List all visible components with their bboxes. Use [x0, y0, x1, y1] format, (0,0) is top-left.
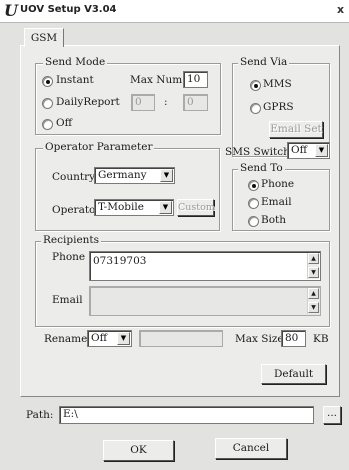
max-size-unit: KB — [313, 333, 329, 345]
sms-switch-value: Off — [291, 144, 308, 156]
sms-switch-select[interactable]: Off ▼ — [287, 142, 330, 159]
send-to-email-label: Email — [261, 196, 292, 208]
send-to-email-radio[interactable] — [248, 198, 259, 209]
ok-button[interactable]: OK — [103, 440, 174, 461]
recipients-label: Recipients — [41, 234, 102, 246]
gprs-label: GPRS — [263, 101, 294, 113]
operator-select[interactable]: T-Mobile ▼ — [94, 199, 174, 216]
rename-text-input[interactable] — [139, 330, 223, 347]
phone-scrollbar[interactable]: ▲ ▼ — [307, 253, 319, 279]
recipient-phone-label: Phone — [52, 251, 86, 263]
scroll-up-icon[interactable]: ▲ — [308, 253, 319, 264]
tab-gsm[interactable]: GSM — [24, 28, 64, 47]
email-scrollbar[interactable]: ▲ ▼ — [307, 288, 319, 314]
window-title: UOV Setup V3.04 — [20, 4, 117, 15]
country-label: Country — [52, 171, 96, 183]
rename-value: Off — [91, 332, 108, 344]
chevron-down-icon[interactable]: ▼ — [160, 169, 173, 182]
instant-label: Instant — [56, 74, 94, 86]
email-set-button[interactable]: Email Set — [269, 121, 323, 138]
chevron-down-icon[interactable]: ▼ — [117, 332, 130, 345]
recipient-phone-input[interactable]: 07319703 — [89, 251, 321, 281]
cancel-button[interactable]: Cancel — [215, 438, 287, 459]
max-num-label: Max Num — [130, 74, 183, 86]
off-radio[interactable] — [42, 119, 53, 130]
daily-report-radio[interactable] — [42, 98, 53, 109]
sms-switch-label: SMS Switch — [225, 146, 290, 158]
send-to-both-label: Both — [261, 214, 287, 226]
country-select[interactable]: Germany ▼ — [94, 167, 175, 184]
chevron-down-icon[interactable]: ▼ — [315, 144, 328, 157]
scroll-down-icon[interactable]: ▼ — [308, 302, 319, 313]
path-label: Path: — [26, 409, 54, 421]
rename-select[interactable]: Off ▼ — [87, 330, 132, 347]
max-size-label: Max Size — [235, 333, 284, 345]
country-value: Germany — [98, 169, 147, 181]
daily-hour-input[interactable]: 0 — [131, 94, 155, 111]
default-button[interactable]: Default — [261, 364, 326, 384]
daily-separator: : — [164, 96, 168, 108]
browse-button[interactable]: ... — [323, 406, 341, 424]
max-num-input[interactable]: 10 — [183, 71, 208, 88]
daily-report-label: DailyReport — [56, 96, 120, 108]
send-to-label: Send To — [238, 162, 285, 174]
recipient-email-label: Email — [52, 294, 83, 306]
operator-value: T-Mobile — [98, 201, 144, 213]
custom-button[interactable]: Custom — [177, 199, 215, 216]
operator-parameter-label: Operator Parameter — [43, 141, 155, 153]
off-label: Off — [56, 117, 73, 129]
daily-minute-input[interactable]: 0 — [183, 94, 208, 111]
max-size-input[interactable]: 80 — [281, 330, 306, 347]
path-input[interactable]: E:\ — [59, 406, 314, 424]
operator-parameter-group — [35, 148, 220, 231]
close-icon[interactable]: x — [337, 3, 344, 16]
scroll-down-icon[interactable]: ▼ — [308, 267, 319, 278]
send-to-phone-label: Phone — [261, 178, 295, 190]
scroll-up-icon[interactable]: ▲ — [308, 288, 319, 299]
mms-radio[interactable] — [250, 80, 261, 91]
mms-label: MMS — [263, 78, 292, 90]
send-to-phone-radio[interactable] — [248, 180, 259, 191]
send-to-both-radio[interactable] — [248, 216, 259, 227]
recipient-phone-value: 07319703 — [93, 255, 147, 267]
send-mode-label: Send Mode — [43, 56, 108, 68]
instant-radio[interactable] — [42, 76, 53, 87]
chevron-down-icon[interactable]: ▼ — [159, 201, 172, 214]
send-via-label: Send Via — [238, 56, 290, 68]
rename-label: Rename — [44, 333, 88, 345]
recipient-email-input[interactable] — [89, 286, 321, 316]
app-logo-icon: U — [4, 1, 18, 20]
gprs-radio[interactable] — [250, 103, 261, 114]
